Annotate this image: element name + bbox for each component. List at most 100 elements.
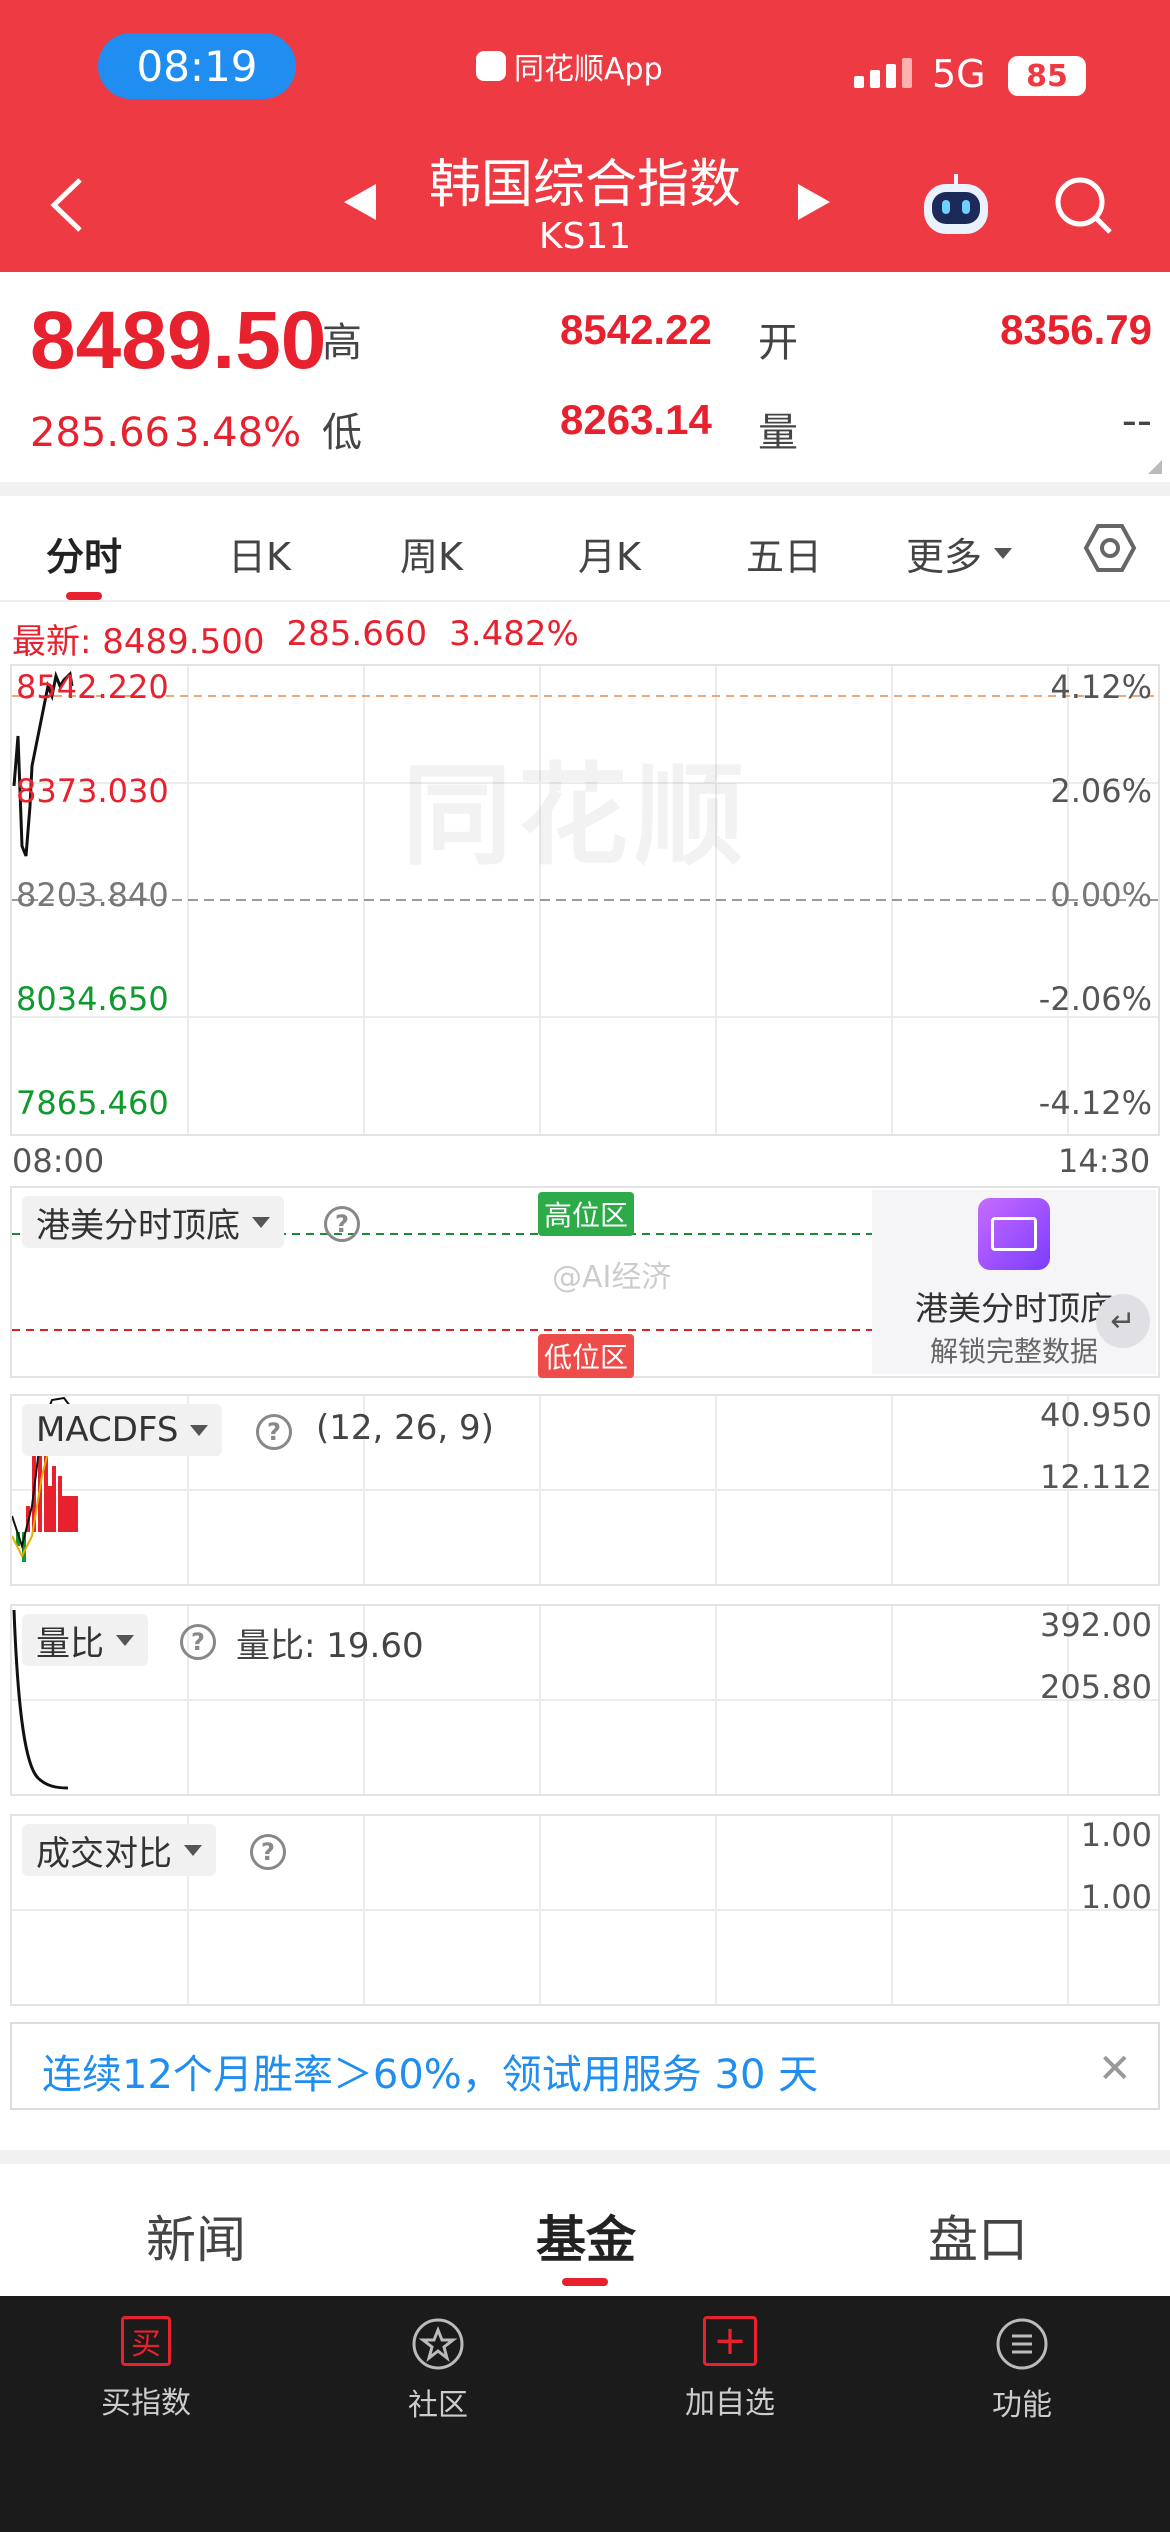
nav-buy-label: 买指数 xyxy=(101,2386,191,2421)
divider xyxy=(0,482,1170,496)
next-index-button[interactable] xyxy=(794,180,834,228)
signal-icon xyxy=(854,58,912,88)
macd-select[interactable]: MACDFS xyxy=(22,1404,223,1456)
macd-params: (12, 26, 9) xyxy=(316,1408,494,1448)
battery-level: 85 xyxy=(1026,58,1068,94)
app-logo-icon xyxy=(476,51,506,81)
expand-corner-icon[interactable] xyxy=(1148,460,1162,474)
low-label: 低 xyxy=(322,410,362,456)
help-icon[interactable]: ? xyxy=(250,1834,286,1870)
tab-news[interactable]: 新闻 xyxy=(146,2200,246,2272)
network-type: 5G xyxy=(932,52,986,96)
high-zone-badge: 高位区 xyxy=(538,1192,635,1236)
tab-daily-k[interactable]: 日K xyxy=(228,526,291,581)
tab-order-book[interactable]: 盘口 xyxy=(928,2200,1028,2272)
index-title: 韩国综合指数 xyxy=(428,155,741,215)
chart-watermark: 同花顺 xyxy=(402,752,750,880)
chevron-down-icon xyxy=(184,1844,202,1856)
nav-functions[interactable]: 功能 xyxy=(922,2316,1122,2424)
intraday-chart[interactable]: 同花顺 8542.220 8373.030 8203.840 8034.650 … xyxy=(10,664,1160,1136)
compare-select[interactable]: 成交对比 xyxy=(22,1824,216,1876)
y-label-3: 8203.840 xyxy=(16,876,169,914)
community-star-icon xyxy=(412,2318,464,2370)
ratio-value: 量比: 19.60 xyxy=(236,1626,424,1666)
help-icon[interactable]: ? xyxy=(180,1624,216,1660)
assistant-robot-button[interactable] xyxy=(918,170,994,244)
menu-icon xyxy=(996,2318,1048,2370)
buy-icon-glyph: 买 xyxy=(131,2327,161,2362)
hexagon-settings-icon xyxy=(1083,524,1137,572)
latest-pct: 3.482% xyxy=(449,614,579,654)
current-price: 8489.50 xyxy=(30,295,327,386)
open-label: 开 xyxy=(758,320,798,366)
tab-more-label: 更多 xyxy=(906,535,983,579)
latest-summary: 最新: 8489.500 285.660 3.482% xyxy=(12,614,579,663)
prev-index-button[interactable] xyxy=(340,180,380,228)
latest-label: 最新: xyxy=(12,622,92,662)
chart-settings-button[interactable] xyxy=(1082,520,1138,580)
back-button[interactable] xyxy=(40,170,100,240)
nav-add-label: 加自选 xyxy=(685,2386,775,2421)
chevron-down-icon xyxy=(190,1424,209,1436)
tab-weekly-k[interactable]: 周K xyxy=(400,526,463,581)
add-icon: + xyxy=(703,2316,757,2366)
robot-icon xyxy=(924,174,988,234)
low-zone-badge: 低位区 xyxy=(538,1334,635,1378)
close-icon: ✕ xyxy=(1098,2046,1132,2092)
tab-more[interactable]: 更多 xyxy=(906,526,1013,581)
fund-tab-indicator xyxy=(562,2278,608,2286)
nav-functions-label: 功能 xyxy=(992,2388,1052,2423)
triangle-left-icon xyxy=(344,184,376,220)
compare-y-top: 1.00 xyxy=(1080,1816,1152,1854)
enter-arrow-icon: ↵ xyxy=(1096,1294,1150,1348)
y-label-1: 8542.220 xyxy=(16,668,169,706)
tab-intraday[interactable]: 分时 xyxy=(46,526,122,581)
bottom-nav-bar: 买 买指数 社区 + 加自选 功能 xyxy=(0,2296,1170,2532)
latest-price: 8489.500 xyxy=(102,622,265,662)
search-button[interactable] xyxy=(1050,172,1116,242)
macd-panel[interactable]: MACDFS ? (12, 26, 9) 40.950 12.112 xyxy=(10,1394,1160,1586)
nav-add-watchlist[interactable]: + 加自选 xyxy=(630,2316,830,2422)
macd-y-mid: 12.112 xyxy=(1040,1458,1152,1496)
turnover-compare-panel[interactable]: 成交对比 ? 1.00 1.00 xyxy=(10,1814,1160,2006)
tab-monthly-k[interactable]: 月K xyxy=(578,526,641,581)
help-icon[interactable]: ? xyxy=(256,1414,292,1450)
index-code: KS11 xyxy=(538,216,632,257)
pct-label-2: 2.06% xyxy=(1050,772,1152,810)
high-label: 高 xyxy=(322,320,362,366)
tab-fund[interactable]: 基金 xyxy=(536,2200,636,2272)
banner-text: 连续12个月胜率＞60%，领试用服务 30 天 xyxy=(42,2052,819,2098)
ratio-y-top: 392.00 xyxy=(1040,1606,1152,1644)
compare-y-mid: 1.00 xyxy=(1080,1878,1152,1916)
triangle-right-icon xyxy=(798,184,830,220)
price-change: 285.66 xyxy=(30,410,170,456)
macd-name: MACDFS xyxy=(36,1410,179,1450)
image-watermark: @AI经济 xyxy=(552,1260,672,1295)
pct-label-4: -2.06% xyxy=(1038,980,1152,1018)
ratio-name: 量比 xyxy=(36,1623,104,1664)
pct-label-3: 0.00% xyxy=(1050,876,1152,914)
y-label-4: 8034.650 xyxy=(16,980,169,1018)
battery-icon: 85 xyxy=(1008,56,1086,96)
nav-community[interactable]: 社区 xyxy=(338,2316,538,2424)
chevron-down-icon xyxy=(994,548,1013,559)
indicator1-select[interactable]: 港美分时顶底 xyxy=(22,1196,284,1248)
tab-five-day[interactable]: 五日 xyxy=(746,526,822,581)
price-change-pct: 3.48% xyxy=(174,410,302,456)
promo-banner[interactable]: 连续12个月胜率＞60%，领试用服务 30 天 ✕ xyxy=(10,2022,1160,2110)
volume-ratio-panel[interactable]: 量比 ? 量比: 19.60 392.00 205.80 xyxy=(10,1604,1160,1796)
monitor-chart-icon xyxy=(978,1198,1050,1270)
volume-label: 量 xyxy=(758,410,798,456)
search-icon xyxy=(1055,177,1112,234)
open-value: 8356.79 xyxy=(1000,306,1152,353)
nav-buy-index[interactable]: 买 买指数 xyxy=(46,2316,246,2422)
help-icon[interactable]: ? xyxy=(324,1206,360,1242)
close-banner-button[interactable]: ✕ xyxy=(1098,2046,1132,2092)
ratio-select[interactable]: 量比 xyxy=(22,1614,148,1666)
high-value: 8542.22 xyxy=(560,306,712,353)
unlock-promo-card[interactable]: 港美分时顶底 解锁完整数据 ↵ xyxy=(872,1190,1156,1374)
indicator-top-bottom-panel: 港美分时顶底 ? 高位区 低位区 @AI经济 港美分时顶底 解锁完整数据 ↵ xyxy=(10,1186,1160,1378)
indicator1-name: 港美分时顶底 xyxy=(36,1205,240,1246)
chevron-down-icon xyxy=(116,1634,134,1646)
chevron-down-icon xyxy=(252,1216,270,1228)
